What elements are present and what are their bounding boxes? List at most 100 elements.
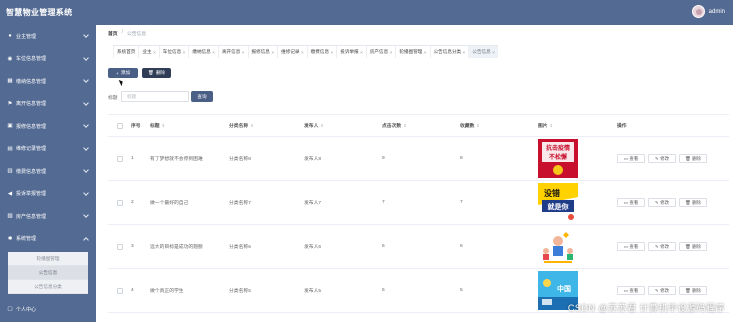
delete-button[interactable]: 🗑 删除 [679, 286, 707, 295]
cell-favorites: 8 [460, 156, 463, 161]
row-checkbox[interactable] [116, 199, 123, 206]
close-icon[interactable]: × [301, 50, 304, 55]
tab-leave[interactable]: 离开信息 × [217, 46, 248, 58]
poster-image[interactable]: 抗击疫情 不松懈 [538, 139, 578, 178]
tab-announcement[interactable]: 公告信息 × [468, 46, 498, 58]
sidebar-item-payment-info[interactable]: ▦ 缴纳信息管理 [0, 70, 96, 93]
sort-icon[interactable]: ⇕ [250, 123, 253, 128]
view-button[interactable]: ▭ 查看 [617, 154, 645, 163]
sidebar-item-repair-request[interactable]: ▣ 报修信息管理 [0, 115, 96, 138]
sort-icon[interactable]: ⇕ [162, 123, 165, 128]
table-row[interactable]: 1 有了梦想就不会停到困难 分类名称8 发布人8 9 8 抗击疫情 不松懈 ▭ 查… [108, 137, 729, 181]
close-icon[interactable]: × [424, 50, 427, 55]
sidebar-item-complaint[interactable]: ◀ 投诉举报管理 [0, 183, 96, 206]
trash-icon: 🗑 [685, 199, 691, 205]
search-button[interactable]: 查询 [191, 91, 213, 102]
tab-announcement-category[interactable]: 公告信息分类 × [429, 46, 469, 58]
chevron-down-icon [83, 77, 89, 83]
user-menu[interactable]: admin [691, 5, 725, 18]
poster-image[interactable]: 没错 就是你 [538, 183, 578, 222]
header-title[interactable]: 标题 [150, 122, 160, 129]
close-icon[interactable]: × [242, 50, 245, 55]
close-icon[interactable]: × [153, 50, 156, 55]
delete-label: 删除 [692, 243, 701, 249]
cell-publisher: 发布人7 [304, 201, 322, 206]
edit-icon: ✎ [655, 287, 659, 293]
tab-repair-record[interactable]: 维修记录 × [277, 46, 307, 58]
poster-text: 就是你 [548, 202, 569, 211]
illustration-image[interactable] [538, 227, 578, 266]
submenu-item-announcement-category[interactable]: 公告信息分类 [8, 280, 88, 294]
tab-repair-request[interactable]: 报修信息 × [247, 46, 278, 58]
tab-home[interactable]: 系统首页 [113, 46, 138, 58]
edit-button[interactable]: ✎ 修改 [648, 286, 676, 295]
close-icon[interactable]: × [390, 50, 393, 55]
close-icon[interactable]: × [463, 50, 466, 55]
sidebar-item-label: 业主管理 [16, 33, 37, 40]
tool-icon: ▤ [7, 145, 13, 152]
close-icon[interactable]: × [360, 50, 363, 55]
cell-favorites: 5 [460, 288, 463, 293]
sidebar-item-system[interactable]: ✱ 系统管理 [0, 228, 96, 251]
delete-button[interactable]: 🗑 删除 [679, 154, 707, 163]
row-checkbox[interactable] [116, 287, 123, 294]
tab-payment-info[interactable]: 缴纳信息 × [188, 46, 218, 58]
view-label: 查看 [629, 155, 639, 161]
close-icon[interactable]: × [331, 50, 334, 55]
submenu-item-carousel[interactable]: 轮播图管理 [8, 252, 88, 266]
edit-button[interactable]: ✎ 修改 [648, 198, 676, 207]
sidebar-item-label: 房产信息管理 [16, 213, 47, 220]
tab-bar: 系统首页 业主 × 车位信息 × 缴纳信息 × 离开信息 × 报修信息 × 维修记录 × 缴… [113, 45, 498, 58]
username[interactable]: admin [709, 9, 725, 15]
view-button[interactable]: ▭ 查看 [617, 286, 645, 295]
tab-fee[interactable]: 缴费信息 × [306, 46, 337, 58]
add-button[interactable]: + 添加 [108, 68, 138, 78]
row-checkbox[interactable] [116, 155, 123, 162]
sidebar-item-property[interactable]: ▨ 房产信息管理 [0, 205, 96, 228]
tab-owner[interactable]: 业主 × [138, 46, 158, 58]
close-icon[interactable]: × [183, 50, 186, 55]
header-no: 序号 [131, 124, 141, 129]
sidebar-item-profile[interactable]: ▢ 个人中心 [0, 298, 96, 321]
edit-button[interactable]: ✎ 修改 [648, 154, 676, 163]
sidebar-item-parking[interactable]: ◉ 车位信息管理 [0, 48, 96, 71]
view-label: 查看 [629, 199, 639, 205]
sort-icon[interactable]: ⇕ [403, 123, 406, 128]
table-row[interactable]: 2 做一个最好的自己 分类名称7 发布人7 7 7 没错 就是你 ▭ 查看 ✎ 修改… [108, 181, 729, 225]
view-button[interactable]: ▭ 查看 [617, 242, 645, 251]
sort-icon[interactable]: ⇕ [476, 123, 479, 128]
select-all-checkbox[interactable] [116, 122, 123, 129]
sidebar-item-owner[interactable]: ● 业主管理 [0, 25, 96, 48]
row-checkbox[interactable] [116, 243, 123, 250]
header-category[interactable]: 分类名称 [229, 122, 248, 129]
edit-button[interactable]: ✎ 修改 [648, 242, 676, 251]
avatar[interactable] [691, 5, 705, 18]
close-icon[interactable]: × [212, 50, 215, 55]
sort-icon[interactable]: ⇕ [320, 123, 323, 128]
header-clicks[interactable]: 点击次数 [382, 122, 401, 129]
title-search-input[interactable] [121, 91, 189, 102]
tab-complaint[interactable]: 投诉举报 × [336, 46, 366, 58]
top-bar: 智慧物业管理系统 admin [0, 0, 733, 25]
sort-icon[interactable]: ⇕ [550, 123, 553, 128]
close-icon[interactable]: × [492, 50, 495, 55]
sidebar-item-repair-record[interactable]: ▤ 维修记录管理 [0, 138, 96, 161]
sidebar-item-fee[interactable]: ▥ 缴费信息管理 [0, 160, 96, 183]
header-publisher[interactable]: 发布人 [304, 122, 318, 129]
view-button[interactable]: ▭ 查看 [617, 198, 645, 207]
table-row[interactable]: 3 远大的目标是成功的翅膀 分类名称6 发布人6 6 6 ▭ 查看 ✎ 修改 🗑… [108, 225, 729, 269]
delete-button[interactable]: 🗑 删除 [679, 242, 707, 251]
delete-button[interactable]: 🗑 删除 [679, 198, 707, 207]
header-favorites[interactable]: 收藏数 [460, 122, 474, 129]
breadcrumb-home[interactable]: 首页 [108, 30, 118, 37]
sidebar-item-leave[interactable]: ⚑ 离开信息管理 [0, 93, 96, 116]
tab-parking[interactable]: 车位信息 × [158, 46, 189, 58]
tab-property[interactable]: 房产信息 × [365, 46, 396, 58]
batch-delete-button[interactable]: 🗑 删除 [142, 68, 171, 78]
wrench-icon: ▣ [7, 123, 13, 130]
tab-carousel[interactable]: 轮播图管理 × [395, 46, 429, 58]
submenu-item-announcement[interactable]: 公告信息 [8, 266, 88, 280]
sidebar-item-label: 报修信息管理 [16, 123, 47, 130]
close-icon[interactable]: × [271, 50, 274, 55]
header-image[interactable]: 图片 [538, 122, 548, 129]
